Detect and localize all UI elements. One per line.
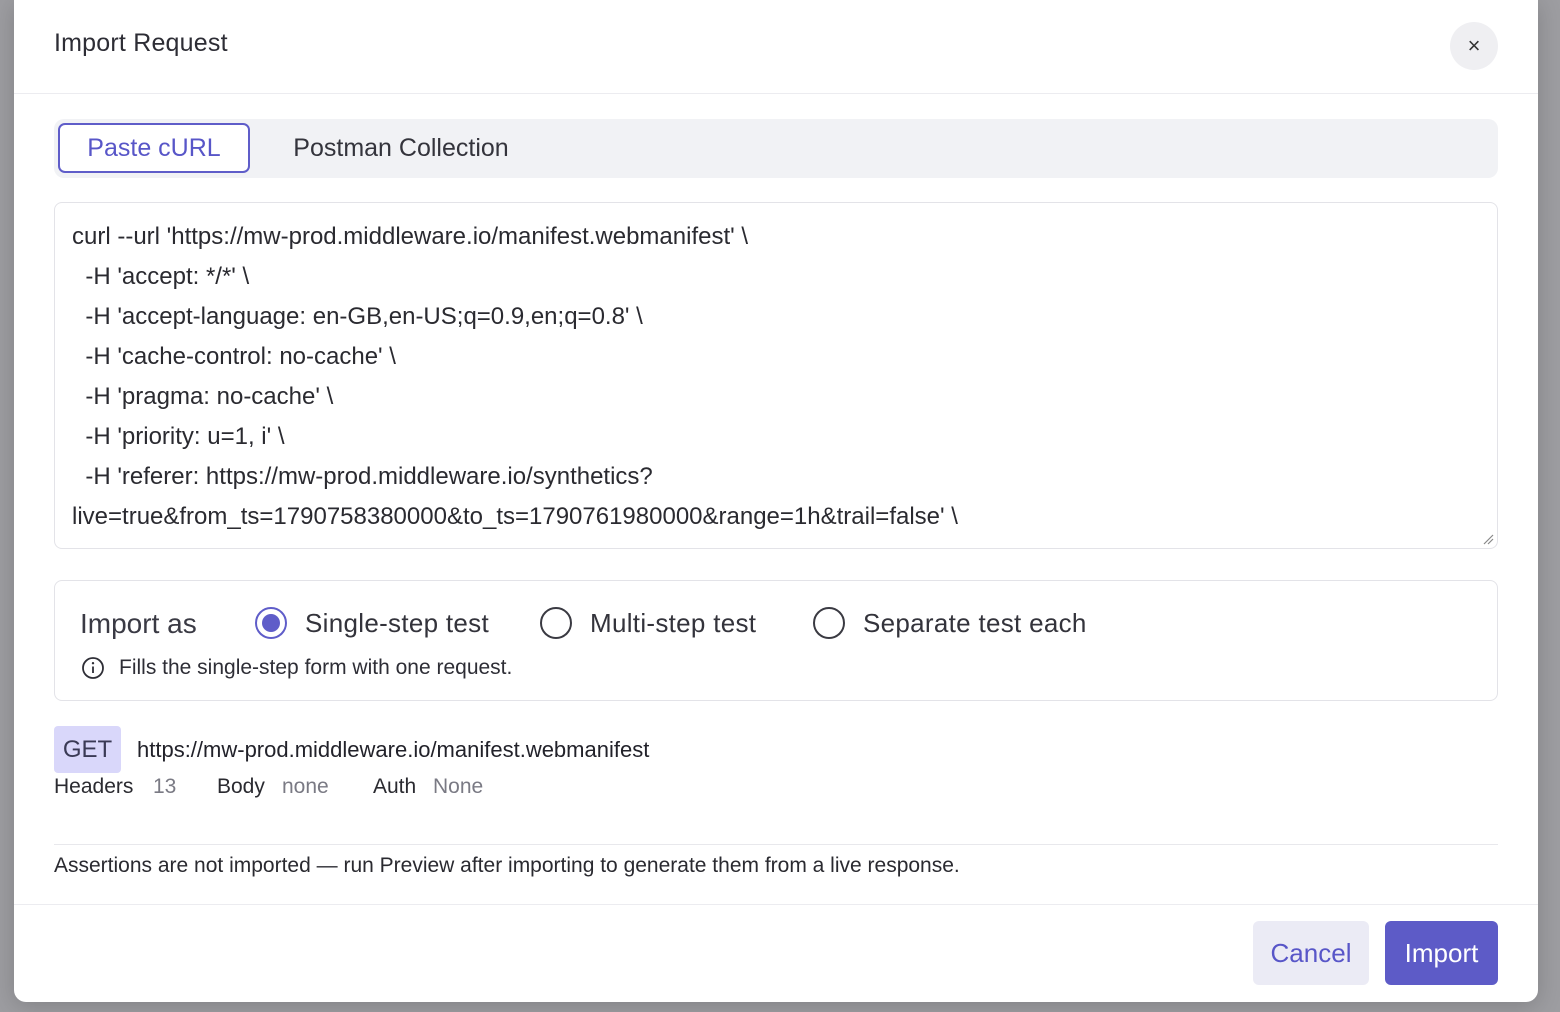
radio-multi-step[interactable]: Multi-step test xyxy=(540,605,756,641)
dialog-header: Import Request × xyxy=(14,0,1538,94)
close-icon: × xyxy=(1467,33,1481,58)
headers-label: Headers xyxy=(54,775,134,798)
import-as-panel: Import as Single-step test Multi-step te… xyxy=(54,580,1498,701)
body-value: none xyxy=(282,775,329,798)
import-source-tabs: Paste cURL Postman Collection xyxy=(54,119,1498,178)
radio-label-separate-each: Separate test each xyxy=(863,607,1087,638)
tab-paste-curl[interactable]: Paste cURL xyxy=(58,123,250,173)
hint-text: Fills the single-step form with one requ… xyxy=(119,656,513,679)
radio-label-single-step: Single-step test xyxy=(305,607,490,638)
tab-postman-collection[interactable]: Postman Collection xyxy=(266,123,536,173)
radio-single-step[interactable]: Single-step test xyxy=(255,605,489,641)
request-url: https://mw-prod.middleware.io/manifest.w… xyxy=(137,737,650,762)
dialog-title: Import Request xyxy=(54,29,228,57)
import-as-label: Import as xyxy=(80,608,197,639)
headers-count: 13 xyxy=(153,775,177,798)
radio-label-multi-step: Multi-step test xyxy=(590,607,757,638)
cancel-button[interactable]: Cancel xyxy=(1253,921,1369,985)
curl-input[interactable]: curl --url 'https://mw-prod.middleware.i… xyxy=(54,202,1498,549)
info-icon xyxy=(82,657,104,679)
footer-divider xyxy=(14,904,1538,905)
auth-value: None xyxy=(433,775,484,798)
method-badge: GET xyxy=(54,726,121,773)
radio-separate-each[interactable]: Separate test each xyxy=(813,605,1087,641)
curl-input-text[interactable]: curl --url 'https://mw-prod.middleware.i… xyxy=(72,217,1472,537)
divider xyxy=(54,844,1498,845)
body-label: Body xyxy=(217,775,265,798)
close-button[interactable]: × xyxy=(1450,22,1498,70)
resize-handle-icon[interactable] xyxy=(1482,533,1494,545)
import-button[interactable]: Import xyxy=(1385,921,1498,985)
assertions-note: Assertions are not imported — run Previe… xyxy=(54,854,960,877)
import-request-dialog: Import Request × Paste cURL Postman Coll… xyxy=(14,0,1538,1002)
import-as-hint: Fills the single-step form with one requ… xyxy=(81,654,512,682)
auth-label: Auth xyxy=(373,775,417,798)
radio-checked-icon[interactable] xyxy=(255,607,287,639)
radio-unchecked-icon[interactable] xyxy=(813,607,845,639)
radio-unchecked-icon[interactable] xyxy=(540,607,572,639)
